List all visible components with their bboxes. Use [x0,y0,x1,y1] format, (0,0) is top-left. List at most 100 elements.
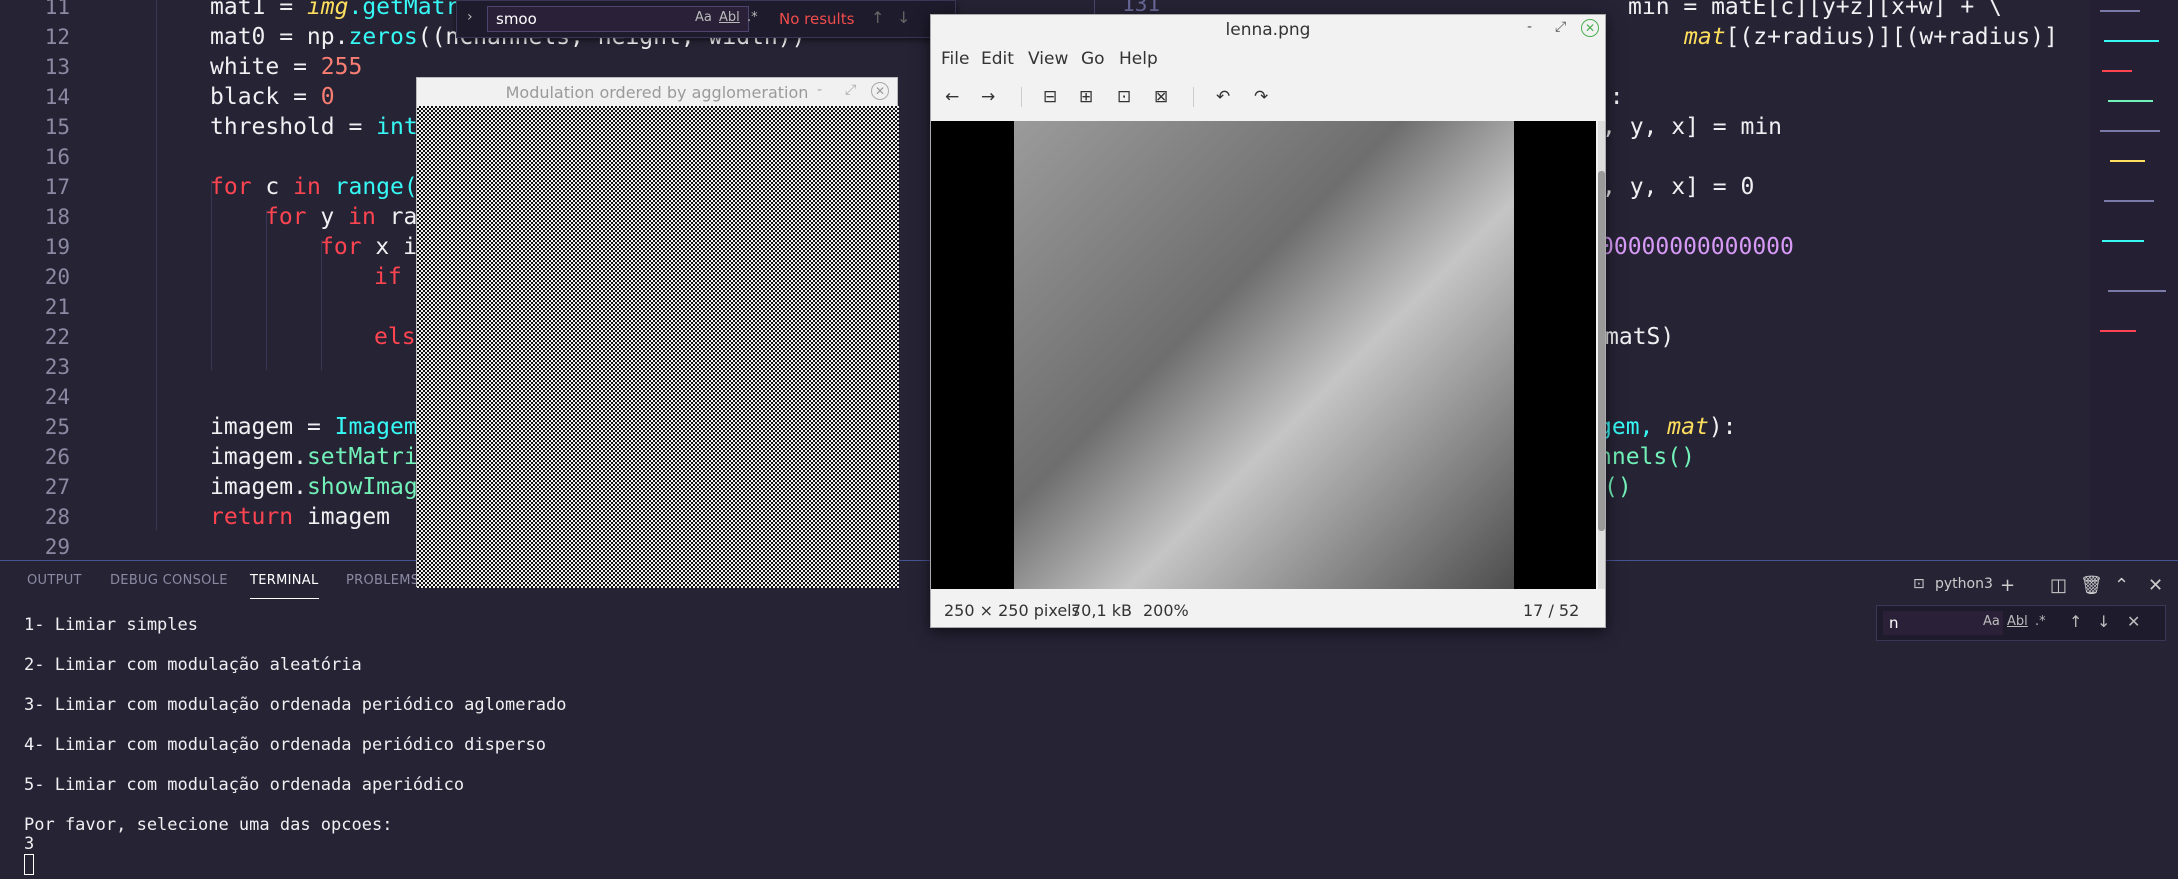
code-line-14[interactable]: black = 0 [210,84,335,110]
code-line-15[interactable]: threshold = int [210,114,418,140]
code-line-right[interactable]: , y, x] = 0 [1602,174,1754,200]
arrow-down-icon[interactable]: ↓ [2097,612,2110,631]
forward-arrow-icon[interactable]: → [981,87,995,107]
minimize-icon[interactable]: ‑ [1527,19,1532,35]
arrow-up-icon[interactable]: ↑ [2069,612,2082,631]
terminal-line: 5- Limiar com modulação ordenada aperiód… [24,775,465,795]
code-line-right[interactable]: 00000000000000 [1600,234,1794,260]
code-line-right[interactable]: matS) [1605,324,1674,350]
scrollbar-thumb[interactable] [1598,171,1605,531]
code-line-25[interactable]: imagem = Imagem [210,414,418,440]
match-case-toggle[interactable]: Aa [1983,614,2000,629]
line-number: 11 [44,0,70,19]
line-number: 19 [44,235,70,259]
tab-terminal[interactable]: TERMINAL [250,573,319,599]
code-line-22[interactable]: els [374,324,416,350]
maximize-icon[interactable]: ⤢ [1555,19,1566,35]
tab-debug-console[interactable]: DEBUG CONSOLE [110,573,228,588]
code-line-20[interactable]: if [374,264,402,290]
terminal-line: 4- Limiar com modulação ordenada periódi… [24,735,546,755]
chevron-right-icon[interactable]: › [467,9,473,25]
line-number: 20 [44,265,70,289]
rotate-left-icon[interactable]: ↶ [1216,87,1230,107]
window-title: Modulation ordered by agglomeration [505,83,809,102]
code-line-right[interactable]: gem, mat): [1598,414,1737,440]
code-line-right[interactable]: nnels() [1598,444,1695,470]
menu-edit[interactable]: Edit [981,49,1014,69]
menu-view[interactable]: View [1028,49,1068,69]
lenna-image [1014,121,1514,589]
toolbar-separator [1021,87,1022,107]
modulation-window[interactable]: Modulation ordered by agglomeration ‑ ⤢ … [416,77,899,588]
code-line-right[interactable]: () [1604,474,1632,500]
rotate-right-icon[interactable]: ↷ [1254,87,1268,107]
tab-problems[interactable]: PROBLEMS [346,573,419,588]
back-arrow-icon[interactable]: ← [945,87,959,107]
code-line-17[interactable]: for c in range( [210,174,418,200]
arrow-up-icon[interactable]: ↑ [871,8,884,27]
line-number: 17 [44,175,70,199]
chevron-up-icon[interactable]: ⌃ [2114,575,2129,596]
image-viewer-window[interactable]: lenna.png ‑ ⤢ ✕ File Edit View Go Help ←… [930,14,1606,628]
code-line-18[interactable]: for y in ra [265,204,417,230]
zoom-original-icon[interactable]: ⊡ [1117,87,1131,107]
minimize-icon[interactable]: ‑ [817,82,822,98]
menu-bar: File Edit View Go Help [931,49,1605,73]
image-dimensions: 250 × 250 pixels [944,601,1080,620]
shell-selector[interactable]: python3 [1935,576,1993,592]
terminal-cursor [24,854,34,875]
code-line-right[interactable]: mat[(z+radius)][(w+radius)] [1684,24,2058,50]
maximize-icon[interactable]: ⤢ [845,82,856,98]
code-line-19[interactable]: for x i [320,234,417,260]
terminal-line: 1- Limiar simples [24,615,198,635]
menu-file[interactable]: File [941,49,969,69]
close-icon[interactable]: ✕ [2127,612,2140,631]
trash-icon[interactable]: 🗑 [2080,575,2103,596]
zoom-in-icon[interactable]: ⊞ [1079,87,1093,107]
terminal-line: 3- Limiar com modulação ordenada periódi… [24,695,567,715]
arrow-down-icon[interactable]: ↓ [897,8,910,27]
line-number: 23 [44,355,70,379]
minimap[interactable] [2090,0,2178,560]
window-titlebar[interactable]: lenna.png ‑ ⤢ ✕ [931,15,1605,45]
zoom-fit-icon[interactable]: ⊠ [1154,87,1168,107]
plus-icon[interactable]: + [2000,575,2015,596]
code-line-26[interactable]: imagem.setMatri [210,444,418,470]
line-number: 18 [44,205,70,229]
line-number: 27 [44,475,70,499]
image-position: 17 / 52 [1523,601,1580,620]
split-icon[interactable]: ◫ [2050,575,2067,596]
line-number: 25 [44,415,70,439]
code-line-11[interactable]: mat1 = img.getMatr [210,0,459,20]
line-number: 13 [44,55,70,79]
find-widget: › smoo Aa Abl .* No results ↑ ↓ [456,0,956,38]
close-icon[interactable]: ✕ [1581,19,1599,37]
dithered-image [417,106,899,588]
regex-toggle[interactable]: .* [2035,614,2046,629]
zoom-out-icon[interactable]: ⊟ [1043,87,1057,107]
vertical-scrollbar[interactable] [1598,121,1605,589]
code-line-28[interactable]: return imagem [210,504,390,530]
line-number: 26 [44,445,70,469]
match-word-toggle[interactable]: Abl [2007,614,2028,629]
code-line-27[interactable]: imagem.showImag [210,474,418,500]
terminal-find-widget: n Aa Abl .* ↑ ↓ ✕ [1876,605,2166,641]
close-icon[interactable]: ✕ [2148,575,2163,596]
line-number-gutter: 11 12 13 14 15 16 17 18 19 20 21 22 23 2… [0,0,110,560]
match-word-toggle[interactable]: Abl [719,10,740,25]
match-case-toggle[interactable]: Aa [695,10,712,25]
find-result-status: No results [779,10,855,28]
code-line-right[interactable]: , y, x] = min [1602,114,1782,140]
toolbar-separator [1193,87,1194,107]
line-number: 15 [44,115,70,139]
window-titlebar[interactable]: Modulation ordered by agglomeration ‑ ⤢ … [417,78,897,106]
tab-output[interactable]: OUTPUT [27,573,82,588]
code-line-right[interactable]: min = matE[c][y+z][x+w] + \ [1628,0,2002,20]
image-canvas[interactable] [931,121,1596,589]
menu-help[interactable]: Help [1119,49,1158,69]
regex-toggle[interactable]: .* [747,10,758,25]
code-line-13[interactable]: white = 255 [210,54,362,80]
menu-go[interactable]: Go [1081,49,1105,69]
close-icon[interactable]: ✕ [871,82,889,100]
file-size: 70,1 kB [1071,601,1132,620]
